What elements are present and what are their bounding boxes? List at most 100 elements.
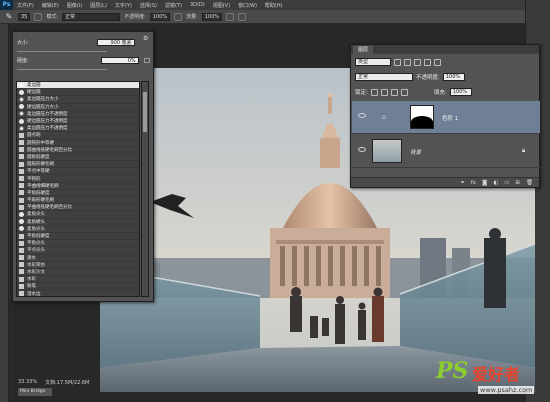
smart-object-filter-icon[interactable] [434,58,441,66]
airbrush-tip-icon [19,211,24,217]
list-item[interactable]: 水彩荣仿 [17,262,139,269]
type-filter-icon[interactable] [414,58,421,66]
new-preset-icon[interactable] [144,58,150,63]
list-item[interactable]: 平钝形 [17,175,139,183]
list-item[interactable]: 圆角低硬度 [17,154,139,162]
mini-bridge-tab[interactable]: Mini Bridge [18,388,52,396]
mode-select[interactable]: 正常 [62,12,121,21]
photoshop-logo: Ps [0,0,13,10]
brush-tool-icon[interactable]: ✎ [4,12,14,22]
lock-position-icon[interactable] [390,88,398,96]
fill-input[interactable]: 100% [449,88,472,96]
lock-all-icon[interactable] [400,88,408,96]
layer-row-background[interactable]: 背景 🔒︎ [352,135,540,168]
list-item[interactable]: 柔边圆压力不透明度 [17,111,139,118]
eye-icon[interactable] [358,147,366,152]
list-item[interactable]: 水彩沙文 [17,269,139,277]
scrollbar-thumb[interactable] [143,92,147,132]
blend-mode-select[interactable]: 正常 [355,73,413,81]
flow-input[interactable]: 100% [201,12,223,21]
list-item[interactable]: 平角低硬度 [17,190,139,197]
lock-pixels-icon[interactable] [380,88,388,96]
list-item[interactable]: 滴水 [17,255,139,262]
list-item[interactable]: 硬边圆压力不透明度 [17,118,139,126]
list-item[interactable]: 粉笔 [17,283,139,291]
list-item[interactable]: 硬边圆压力大小 [17,104,139,111]
layer-row-levels[interactable]: ⩍ 色阶 1 [352,101,540,134]
list-item[interactable]: 平角低硬度 [17,233,139,241]
hard-brush-icon [19,89,24,95]
tools-panel [0,24,9,402]
pressure-opacity-icon[interactable] [174,12,183,21]
size-slider[interactable] [17,51,107,52]
menu-item-file[interactable]: 文件(F) [13,2,38,9]
layers-panel-tabbar: 图层 [351,45,539,54]
list-item[interactable]: 湿水边 [17,290,139,296]
gear-icon[interactable]: ⚙ [143,35,148,42]
list-item[interactable]: 柔角硬头 [17,219,139,226]
texture-brush-icon [19,269,24,275]
tab-layers[interactable]: 图层 [353,46,373,54]
bristle-brush-icon [19,233,24,239]
pressure-size-icon[interactable] [238,12,247,21]
background-thumbnail [372,139,402,163]
list-item[interactable]: 圆曲线低硬毛刷百分比 [17,147,139,154]
opacity-input[interactable]: 100% [149,12,171,21]
list-item[interactable]: 柔边圆 [17,82,139,90]
menu-item-filter[interactable]: 滤镜(T) [161,2,186,9]
brush-panel-toggle-icon[interactable] [34,12,43,21]
list-item[interactable]: 柔边圆压力大小 [17,96,139,104]
menu-item-image[interactable]: 图像(I) [63,2,86,9]
menu-item-3d[interactable]: 3D(D) [186,2,209,8]
list-item[interactable]: 柔边圆压力不透明度 [17,125,139,133]
list-item[interactable]: 平角尖头 [17,240,139,248]
list-item[interactable]: 柔角尖头 [17,211,139,219]
brush-size-picker[interactable]: 35 [18,12,31,21]
list-item[interactable]: 圆扇形硬毛刷 [17,161,139,169]
menu-item-type[interactable]: 文字(Y) [111,2,136,9]
list-item[interactable]: 柔角尖头 [17,226,139,233]
add-mask-icon[interactable]: ◙ [482,180,487,186]
kind-filter-select[interactable]: 类型 [355,58,391,66]
menu-item-edit[interactable]: 编辑(E) [38,2,63,9]
menu-item-help[interactable]: 帮助(H) [261,2,287,9]
layer-style-icon[interactable]: fx [471,180,476,186]
list-item[interactable]: 平曲线细硬毛刷 [17,183,139,190]
bristle-brush-icon [19,197,24,203]
hardness-field[interactable]: 0% [100,57,139,64]
watermark-ps: PS [436,358,469,384]
menu-item-select[interactable]: 选择(S) [136,2,161,9]
menu-item-view[interactable]: 视图(V) [209,2,234,9]
new-group-icon[interactable]: ▭ [504,180,509,186]
layer-opacity-input[interactable]: 100% [442,73,465,81]
shape-filter-icon[interactable] [424,58,431,66]
hardness-slider[interactable] [17,69,107,70]
list-item[interactable]: 圆点刺 [17,132,139,140]
pixel-filter-icon[interactable] [394,58,401,66]
link-layers-icon[interactable]: ⚭ [460,180,465,186]
watermark-url: www.psahz.com [478,386,535,394]
layer-mask-thumbnail[interactable] [410,105,434,129]
airbrush-icon[interactable] [226,12,235,21]
eye-icon[interactable] [358,113,366,118]
list-item[interactable]: 平扇形硬毛刷 [17,197,139,205]
adjustment-filter-icon[interactable] [404,58,411,66]
preset-scrollbar[interactable] [141,81,149,297]
hard-brush-icon [19,118,24,124]
new-layer-icon[interactable]: ⊞ [515,180,520,186]
adjustment-layer-icon[interactable]: ◐ [493,180,498,186]
list-item[interactable]: 圆钝形中等硬 [17,140,139,147]
list-item[interactable]: 平曲线低硬毛刷百分比 [17,204,139,212]
menu-item-layer[interactable]: 图层(L) [86,2,111,9]
zoom-level[interactable]: 33.33% [18,379,37,385]
list-item[interactable]: 水彩 [17,276,139,284]
list-item[interactable]: 平点尖头 [17,247,139,255]
list-item[interactable]: 硬边圆 [17,89,139,97]
lock-transparency-icon[interactable] [370,88,378,96]
trash-icon[interactable]: 🗑︎ [526,180,533,186]
lock-label: 锁定: [355,90,368,96]
list-item[interactable]: 平点中等硬 [17,168,139,176]
menu-item-window[interactable]: 窗口(W) [234,2,261,9]
bristle-brush-icon [19,183,24,189]
size-field[interactable]: 900 像素 [96,39,135,46]
